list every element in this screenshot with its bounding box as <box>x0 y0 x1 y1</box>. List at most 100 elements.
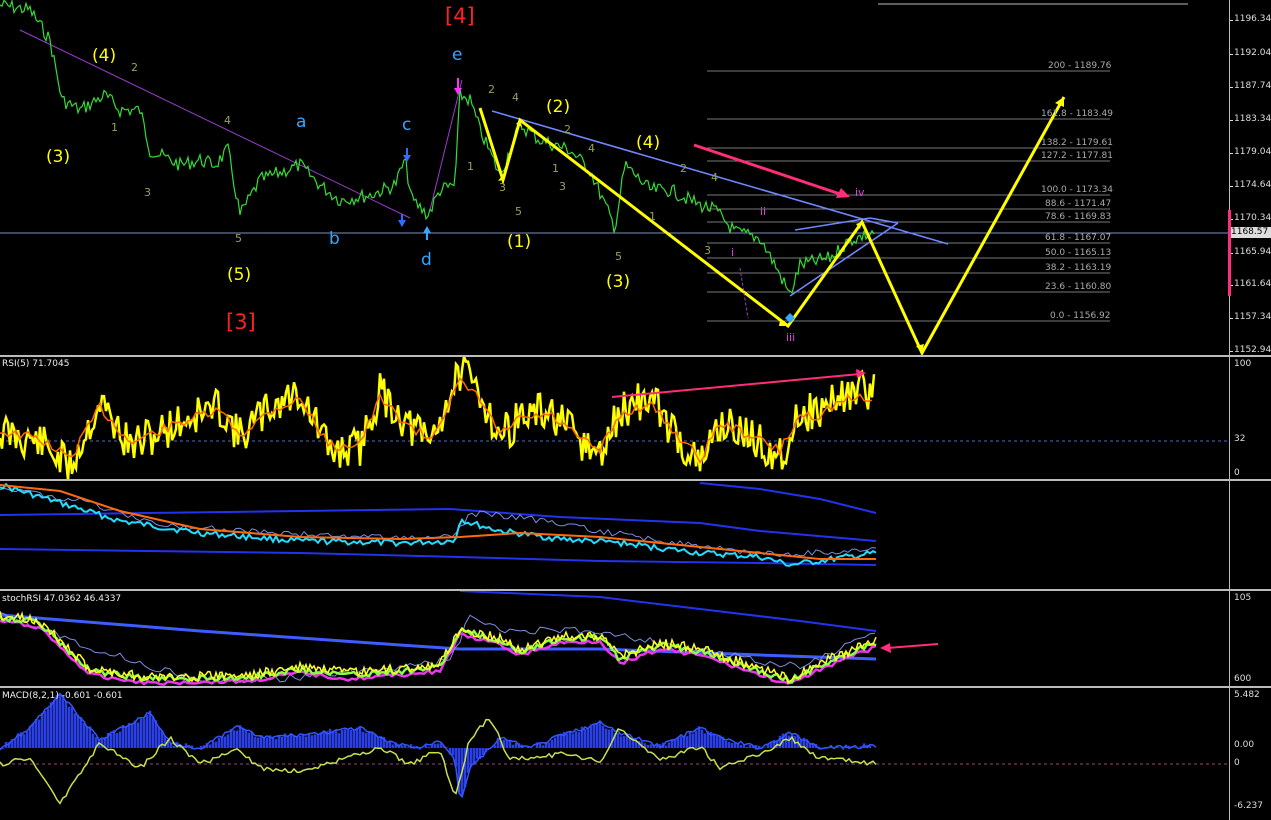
wave-label-4-red: [4] <box>445 4 475 28</box>
price-tick: 1183.34 <box>1234 114 1271 124</box>
price-tick: 1179.04 <box>1234 147 1271 157</box>
pink-axis-marker <box>1228 210 1231 296</box>
stochrsi-pane: stochRSI 47.0362 46.4337 105 600 <box>0 591 1271 686</box>
price-series <box>0 0 875 294</box>
wave-label-iii: iii <box>786 331 796 344</box>
bands-axis[interactable] <box>1229 481 1271 589</box>
rsi-chart-svg <box>0 357 1229 480</box>
fib-label: 100.0 - 1173.34 <box>1041 185 1113 195</box>
fib-label: 23.6 - 1160.80 <box>1045 282 1112 292</box>
wave-label-iv: iv <box>855 186 865 199</box>
rsi-series <box>0 357 876 480</box>
subwave-label: 4 <box>711 171 718 184</box>
fib-label: 38.2 - 1163.19 <box>1045 263 1112 273</box>
price-tick: 1161.64 <box>1234 279 1271 289</box>
rsi-title: RSI(5) 71.7045 <box>2 359 70 369</box>
wave-label-5-yellow: (5) <box>227 265 252 285</box>
subwave-label: 3 <box>144 186 151 199</box>
price-tick: 1196.34 <box>1234 14 1271 24</box>
fib-label: 200 - 1189.76 <box>1048 61 1112 71</box>
subwave-label: 1 <box>467 160 474 173</box>
wave-label-c: c <box>402 115 412 135</box>
price-chart-area[interactable]: (4) (3) (5) [3] [4] a b c d e (1) (2) (3… <box>0 0 1229 357</box>
price-axis[interactable]: 1196.34 1192.04 1187.74 1183.34 1179.04 … <box>1228 0 1271 357</box>
rsi-tick: 100 <box>1234 359 1252 369</box>
fib-label: 0.0 - 1156.92 <box>1050 311 1111 321</box>
wave-label-4-yellow: (4) <box>92 46 117 66</box>
wave-label-i: i <box>731 246 735 259</box>
stochrsi-tick: 105 <box>1234 593 1252 603</box>
blue-band-top <box>699 482 877 514</box>
wave-label-3-yellow-b: (3) <box>606 272 631 292</box>
subwave-label: 5 <box>615 250 622 263</box>
stochrsi-chart-area[interactable]: stochRSI 47.0362 46.4337 <box>0 591 1229 686</box>
macd-histogram <box>0 694 872 797</box>
price-chart-svg <box>0 0 1229 357</box>
macd-tick: -6.237 <box>1234 801 1264 811</box>
stochrsi-chart-svg <box>0 591 939 686</box>
fib-label: 127.2 - 1177.81 <box>1041 151 1113 161</box>
wave-label-1-yellow: (1) <box>507 232 532 252</box>
subwave-label: 1 <box>552 162 559 175</box>
stochrsi-axis[interactable]: 105 600 <box>1229 591 1271 686</box>
macd-axis[interactable]: 5.482 0.00 0 -6.237 <box>1229 688 1271 820</box>
subwave-label: 2 <box>564 123 571 136</box>
cyan-series <box>0 482 877 567</box>
fib-label: 50.0 - 1165.13 <box>1045 248 1112 258</box>
fib-label: 61.8 - 1167.07 <box>1045 233 1112 243</box>
wave-label-ii: ii <box>760 205 767 218</box>
purple-trendline <box>19 29 411 219</box>
wave-label-3-red: [3] <box>226 310 256 334</box>
rsi-chart-area[interactable]: RSI(5) 71.7045 <box>0 357 1229 480</box>
price-tick: 1152.94 <box>1234 345 1271 355</box>
wave-label-4-yellow-b: (4) <box>636 133 661 153</box>
macd-chart-svg <box>0 692 1229 805</box>
wave-label-b: b <box>329 229 340 249</box>
wave-label-3-yellow: (3) <box>46 147 71 167</box>
macd-chart-area[interactable]: MACD(8,2,1) -0.601 -0.601 <box>0 688 1229 820</box>
bands-pane <box>0 481 1271 589</box>
subwave-label: 4 <box>588 142 595 155</box>
stochrsi-tick: 600 <box>1234 674 1252 684</box>
price-tick: 1187.74 <box>1234 81 1271 91</box>
bands-chart-area[interactable] <box>0 481 1229 589</box>
macd-tick: 0 <box>1234 758 1240 768</box>
subwave-label: 2 <box>680 162 687 175</box>
fib-label: 161.8 - 1183.49 <box>1041 109 1113 119</box>
price-tick: 1165.94 <box>1234 247 1271 257</box>
blue-trendlines <box>491 110 949 297</box>
subwave-label: 3 <box>559 180 566 193</box>
subwave-label: 5 <box>515 205 522 218</box>
subwave-label: 1 <box>111 121 118 134</box>
rsi-tick: 0 <box>1234 468 1240 478</box>
macd-tick: 5.482 <box>1234 690 1260 700</box>
price-tick: 1170.34 <box>1234 213 1271 223</box>
price-tick: 1157.34 <box>1234 312 1271 322</box>
blue-slow-line <box>0 613 877 661</box>
current-price-label: 1168.57 <box>1231 227 1271 238</box>
fib-label: 88.6 - 1171.47 <box>1045 199 1112 209</box>
rsi-tick: 32 <box>1234 434 1246 444</box>
fib-label: 138.2 - 1179.61 <box>1041 138 1113 148</box>
subwave-label: 4 <box>224 114 231 127</box>
subwave-label: 3 <box>704 244 711 257</box>
bands-chart-svg <box>0 482 877 567</box>
wave-label-2-yellow: (2) <box>546 97 571 117</box>
rsi-axis[interactable]: 100 32 0 <box>1229 357 1271 480</box>
subwave-label: 2 <box>488 83 495 96</box>
macd-title: MACD(8,2,1) -0.601 -0.601 <box>2 691 123 701</box>
wave-label-a: a <box>296 112 307 132</box>
subwave-label: 3 <box>499 181 506 194</box>
wave-label-e: e <box>452 45 463 65</box>
macd-pane: MACD(8,2,1) -0.601 -0.601 5.482 0.00 0 -… <box>0 688 1271 820</box>
subwave-label: 2 <box>131 61 138 74</box>
price-tick: 1174.64 <box>1234 180 1271 190</box>
stochrsi-title: stochRSI 47.0362 46.4337 <box>2 594 122 604</box>
wave-label-d: d <box>421 250 432 270</box>
rsi-pane: RSI(5) 71.7045 100 32 0 <box>0 357 1271 480</box>
fib-label: 78.6 - 1169.83 <box>1045 212 1112 222</box>
price-pane: (4) (3) (5) [3] [4] a b c d e (1) (2) (3… <box>0 0 1271 357</box>
blue-band-top <box>459 591 877 632</box>
subwave-label: 5 <box>235 232 242 245</box>
subwave-label: 1 <box>649 210 656 223</box>
